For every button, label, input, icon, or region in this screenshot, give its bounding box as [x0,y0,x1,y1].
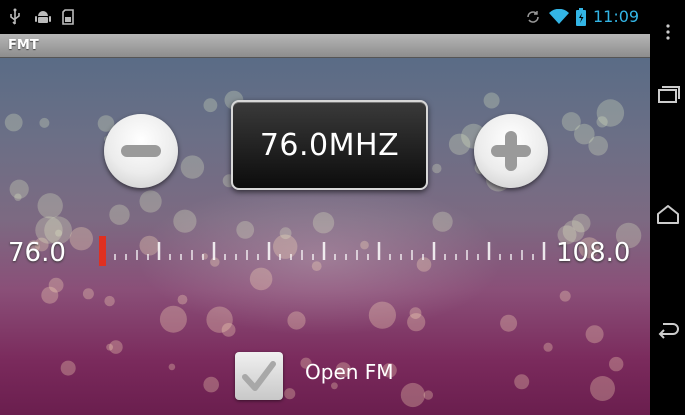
bokeh-light [109,204,130,225]
bokeh-light [432,163,442,174]
bokeh-light [588,136,608,156]
bokeh-light [37,193,63,219]
bokeh-light [14,193,22,201]
bokeh-light [48,277,64,293]
bokeh-light [203,376,219,393]
bokeh-light [109,340,123,354]
min-frequency-label: 76.0 [8,238,66,268]
bokeh-light [400,382,425,408]
recents-button[interactable] [650,80,685,110]
open-fm-checkbox[interactable] [235,352,283,400]
bokeh-light [571,213,591,233]
status-clock: 11:09 [593,7,640,26]
bokeh-light [409,307,422,319]
bokeh-light [159,305,187,333]
android-debug-icon [32,8,54,26]
bokeh-light [312,212,335,234]
bokeh-light [585,325,604,344]
bokeh-light [284,388,296,400]
usb-icon [6,8,24,26]
bokeh-light [432,211,453,232]
bokeh-light [180,155,205,179]
bokeh-light [173,209,197,233]
overflow-menu-button[interactable] [650,20,685,44]
bokeh-light [177,294,188,305]
frequency-display: 76.0MHZ [231,100,428,190]
sd-card-icon [60,8,76,26]
bokeh-light [60,360,76,376]
bokeh-light [559,290,571,302]
bokeh-light [500,314,518,332]
open-fm-label: Open FM [305,360,394,384]
bokeh-light [39,117,50,128]
sync-icon [524,8,542,26]
back-button[interactable] [650,315,685,345]
recents-icon [657,86,680,103]
plus-icon [491,131,531,171]
checkmark-icon [242,361,276,391]
bokeh-light [483,92,500,109]
bokeh-light [596,116,608,128]
bokeh-light [287,311,306,330]
bokeh-light [69,227,94,251]
bokeh-light [4,113,23,132]
decrease-frequency-button[interactable] [104,114,178,188]
wifi-icon [548,8,570,26]
app-title-bar: FMT [0,34,650,58]
frequency-value: 76.0MHZ [259,127,400,163]
screen: 11:09 FMT 76.0MHZ 76.0 108.0 Open FM [0,0,685,415]
tuning-scale[interactable] [98,236,548,272]
bokeh-light [543,342,553,352]
status-bar: 11:09 [0,0,650,34]
bokeh-light [104,295,115,307]
radio-panel: 76.0MHZ 76.0 108.0 Open FM [0,58,650,415]
bokeh-light [82,288,94,300]
home-icon [656,205,679,224]
bokeh-light [139,190,162,213]
max-frequency-label: 108.0 [556,238,631,268]
bokeh-light [514,374,530,390]
bokeh-light [609,356,624,372]
battery-icon [575,8,587,26]
bokeh-light [168,363,176,371]
bokeh-light [206,306,233,333]
bokeh-light [590,376,615,401]
bokeh-light [368,301,396,329]
increase-frequency-button[interactable] [474,114,548,188]
minus-icon [121,145,161,157]
overflow-menu-icon [665,24,670,40]
home-button[interactable] [650,200,685,230]
back-icon [658,323,679,339]
bokeh-light [203,98,218,113]
tuning-marker[interactable] [99,236,106,266]
app-title: FMT [8,38,39,53]
navigation-bar [650,0,685,415]
bokeh-light [423,390,433,400]
